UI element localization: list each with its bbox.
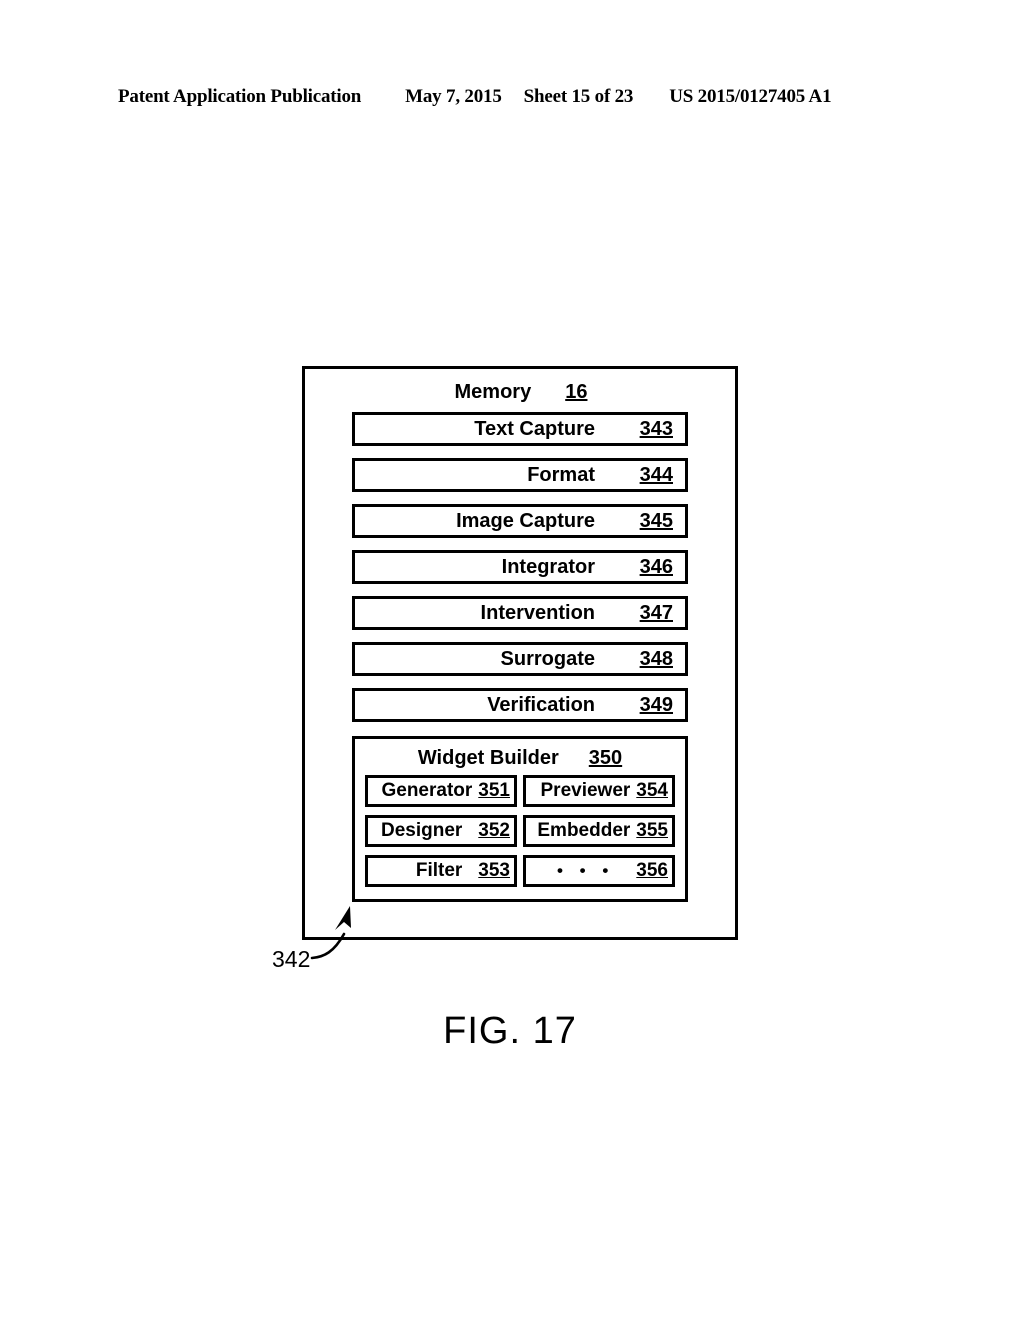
module-ref-number: 343	[639, 417, 673, 440]
module-ref-number: 344	[639, 463, 673, 486]
component-ref-number: 352	[478, 820, 510, 841]
component-label: Previewer	[540, 780, 631, 801]
module-label: Intervention	[480, 601, 595, 624]
memory-block-title: Memory 16	[353, 378, 689, 406]
module-ref-number: 347	[639, 601, 673, 624]
module-box-image-capture: Image Capture 345	[352, 504, 688, 538]
module-label: Image Capture	[456, 509, 595, 532]
widget-builder-component-grid: Generator 351 Previewer 354 Designer 352…	[365, 775, 675, 887]
component-ref-number: 354	[636, 780, 668, 801]
module-label: Verification	[487, 693, 595, 716]
component-ref-number: 356	[636, 860, 668, 881]
component-ref-number: 351	[478, 780, 510, 801]
module-box-integrator: Integrator 346	[352, 550, 688, 584]
component-box-embedder: Embedder 355	[523, 815, 675, 847]
component-ref-number: 355	[636, 820, 668, 841]
component-box-filter: Filter 353	[365, 855, 517, 887]
component-label: Designer	[380, 820, 463, 841]
widget-builder-block: Widget Builder 350 Generator 351 Preview…	[352, 736, 688, 902]
component-box-previewer: Previewer 354	[523, 775, 675, 807]
module-ref-number: 345	[639, 509, 673, 532]
widget-builder-ref-number: 350	[588, 746, 623, 769]
memory-block: Memory 16 Text Capture 343 Format 344 Im…	[302, 366, 738, 940]
widget-builder-title: Widget Builder 350	[355, 745, 685, 771]
module-ref-number: 346	[639, 555, 673, 578]
module-box-verification: Verification 349	[352, 688, 688, 722]
memory-label: Memory	[454, 380, 532, 403]
module-label: Text Capture	[474, 417, 595, 440]
component-box-ellipsis: • • • 356	[523, 855, 675, 887]
module-ref-number: 348	[639, 647, 673, 670]
component-box-generator: Generator 351	[365, 775, 517, 807]
memory-ref-number: 16	[565, 380, 588, 403]
module-label: Surrogate	[500, 647, 595, 670]
reference-leader-arrow-icon	[310, 906, 351, 960]
module-box-text-capture: Text Capture 343	[352, 412, 688, 446]
patent-figure-17: Memory 16 Text Capture 343 Format 344 Im…	[0, 0, 1020, 1320]
component-label: Filter	[415, 860, 463, 881]
component-label: Generator	[381, 780, 473, 801]
component-box-designer: Designer 352	[365, 815, 517, 847]
module-label: Integrator	[501, 555, 595, 578]
figure-caption: FIG. 17	[443, 1010, 577, 1052]
module-label: Format	[527, 463, 595, 486]
component-ref-number: 353	[478, 860, 510, 881]
component-label: Embedder	[537, 820, 631, 841]
module-box-format: Format 344	[352, 458, 688, 492]
module-box-intervention: Intervention 347	[352, 596, 688, 630]
widget-builder-label: Widget Builder	[417, 746, 559, 769]
figure-reference-number: 342	[272, 946, 311, 972]
module-box-surrogate: Surrogate 348	[352, 642, 688, 676]
module-ref-number: 349	[639, 693, 673, 716]
ellipsis-icon: • • •	[556, 861, 615, 880]
